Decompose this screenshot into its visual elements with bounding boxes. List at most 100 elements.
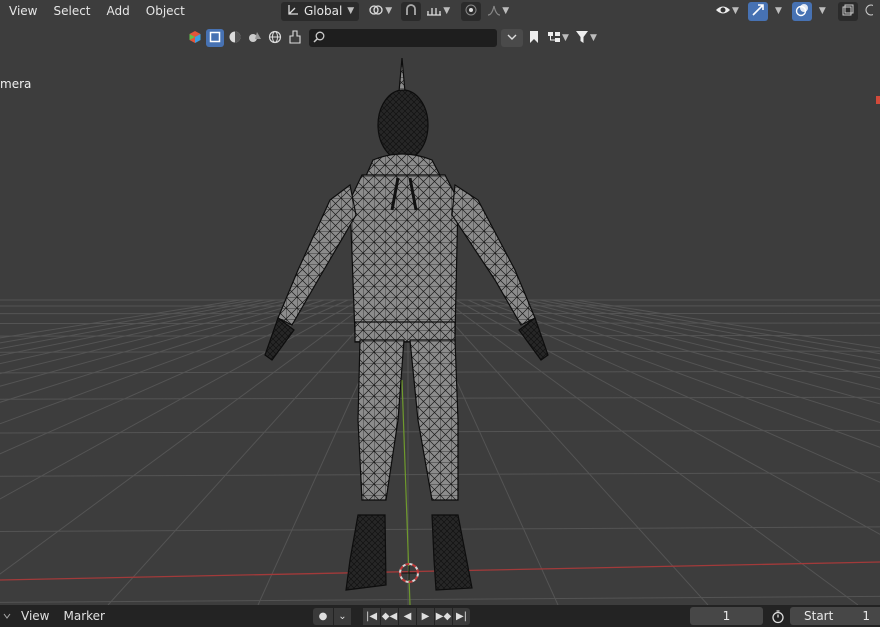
menu-add[interactable]: Add <box>99 4 138 18</box>
chevron-down-icon: ▼ <box>502 6 510 16</box>
square-icon <box>209 31 221 46</box>
play-reverse-button[interactable]: ◀ <box>399 608 416 625</box>
search-icon <box>313 31 325 46</box>
gizmo-toggle[interactable] <box>748 1 768 21</box>
falloff-curve-icon <box>487 3 501 20</box>
proportional-editing-icon <box>464 3 478 20</box>
jump-to-keyframe-forward-button[interactable]: ▶◆ <box>435 608 452 625</box>
grid-line <box>107 299 385 605</box>
xray-toggle[interactable] <box>837 1 858 21</box>
grid-line <box>431 299 709 605</box>
grid-line <box>0 299 277 356</box>
play-button[interactable]: ▶ <box>417 608 434 625</box>
play-icon: ▶ <box>421 611 430 622</box>
search-field[interactable] <box>309 29 497 47</box>
chevron-down-icon[interactable] <box>0 605 14 627</box>
grid-line <box>0 299 349 455</box>
playback-controls: ● ⌄ |◀ ◆◀ ◀ ▶ ▶◆ ▶| <box>313 608 471 625</box>
shapes-icon <box>248 30 262 47</box>
bookmark-button[interactable] <box>525 29 543 47</box>
material-preview-button[interactable] <box>226 29 244 47</box>
menu-view[interactable]: View <box>0 4 45 18</box>
viewport-canvas <box>0 57 880 605</box>
pivot-point-button[interactable]: ▼ <box>365 2 395 21</box>
current-frame-field[interactable]: 1 <box>690 607 763 625</box>
timeline-menu-marker[interactable]: Marker <box>56 609 111 623</box>
grid-line <box>563 299 880 355</box>
camera-edge-marker <box>876 96 880 104</box>
keyframe-forward-icon: ▶◆ <box>435 611 452 622</box>
chevron-down-icon: ▼ <box>347 6 355 16</box>
funnel-icon <box>575 30 589 47</box>
timeline-menu-view[interactable]: View <box>14 609 56 623</box>
chevron-down-icon: ▼ <box>732 6 739 16</box>
3d-cursor-icon[interactable] <box>399 563 419 583</box>
transform-orientation-icon <box>286 3 300 20</box>
jump-start-icon: |◀ <box>365 611 378 622</box>
shading-mode-button[interactable] <box>860 2 877 21</box>
overlay-toggle[interactable] <box>791 1 812 21</box>
grid-line <box>539 299 880 369</box>
menu-select[interactable]: Select <box>45 4 98 18</box>
hierarchy-icon <box>547 30 561 47</box>
grid-line <box>0 299 265 350</box>
brush-filter-button[interactable] <box>286 29 304 47</box>
viewport-display-tools: ▼ ▼ ▼ <box>712 1 877 21</box>
editor-type-button[interactable] <box>186 29 204 47</box>
record-options-dropdown[interactable]: ⌄ <box>334 608 351 625</box>
play-reverse-icon: ◀ <box>403 611 412 622</box>
proportional-editing-toggle[interactable] <box>461 1 482 21</box>
start-frame-label: Start <box>804 609 834 623</box>
snap-toggle[interactable] <box>401 1 422 21</box>
transform-orientation-dropdown[interactable]: Global ▼ <box>281 1 360 21</box>
brush-icon <box>288 29 302 47</box>
hexagon-color-icon <box>188 30 202 47</box>
jump-to-keyframe-back-button[interactable]: ◆◀ <box>381 608 398 625</box>
sphere-icon <box>228 30 242 47</box>
transform-orientation-label: Global <box>304 4 343 18</box>
chevron-down-icon: ⌄ <box>338 611 347 622</box>
falloff-dropdown[interactable]: ▼ <box>483 2 513 21</box>
chevron-down-icon[interactable]: ▼ <box>815 6 830 16</box>
world-filter-button[interactable] <box>266 29 284 47</box>
search-input[interactable] <box>328 30 492 46</box>
viewport-filter-bar: ▼ ▼ <box>186 28 599 48</box>
object-visibility-dropdown[interactable]: ▼ <box>712 2 742 21</box>
snap-icon <box>404 3 418 20</box>
jump-to-start-button[interactable]: |◀ <box>363 608 380 625</box>
chevron-down-icon: ▼ <box>562 33 569 43</box>
snap-increment-dropdown[interactable]: ▼ <box>423 2 453 21</box>
filter-dropdown[interactable]: ▼ <box>573 29 599 47</box>
snap-increment-icon <box>426 3 442 20</box>
gizmo-toggle-icon <box>751 3 765 20</box>
chevron-down-icon[interactable]: ▼ <box>771 6 786 16</box>
transform-tools: Global ▼ ▼ ▼ ▼ <box>281 1 513 21</box>
stopwatch-icon[interactable] <box>771 609 785 627</box>
filter-options-dropdown[interactable] <box>501 29 523 47</box>
record-icon: ● <box>318 611 328 622</box>
grid-line <box>0 299 373 575</box>
grid-line <box>443 299 859 605</box>
grid-line <box>467 299 880 483</box>
jump-to-end-button[interactable]: ▶| <box>453 608 470 625</box>
select-box-button[interactable] <box>206 29 224 47</box>
grid-line <box>0 595 880 603</box>
start-frame-field[interactable]: Start 1 <box>790 607 880 625</box>
record-button[interactable]: ● <box>313 608 333 625</box>
menu-object[interactable]: Object <box>138 4 193 18</box>
shapes-filter-button[interactable] <box>246 29 264 47</box>
overlay-toggle-icon <box>795 3 809 20</box>
wireframe-shading-icon <box>861 3 877 20</box>
grid-line <box>491 299 880 424</box>
keyframe-back-icon: ◆◀ <box>381 611 398 622</box>
chevron-down-icon: ▼ <box>590 33 597 43</box>
chevron-down-icon: ▼ <box>385 6 393 16</box>
jump-end-icon: ▶| <box>455 611 468 622</box>
chevron-down-icon: ▼ <box>443 6 451 16</box>
camera-object-label: mera <box>0 77 32 91</box>
chevron-down-icon <box>506 31 518 45</box>
hierarchy-dropdown[interactable]: ▼ <box>545 29 571 47</box>
3d-viewport[interactable] <box>0 0 880 605</box>
bookmark-icon <box>528 30 540 47</box>
pivot-point-icon <box>368 3 384 20</box>
